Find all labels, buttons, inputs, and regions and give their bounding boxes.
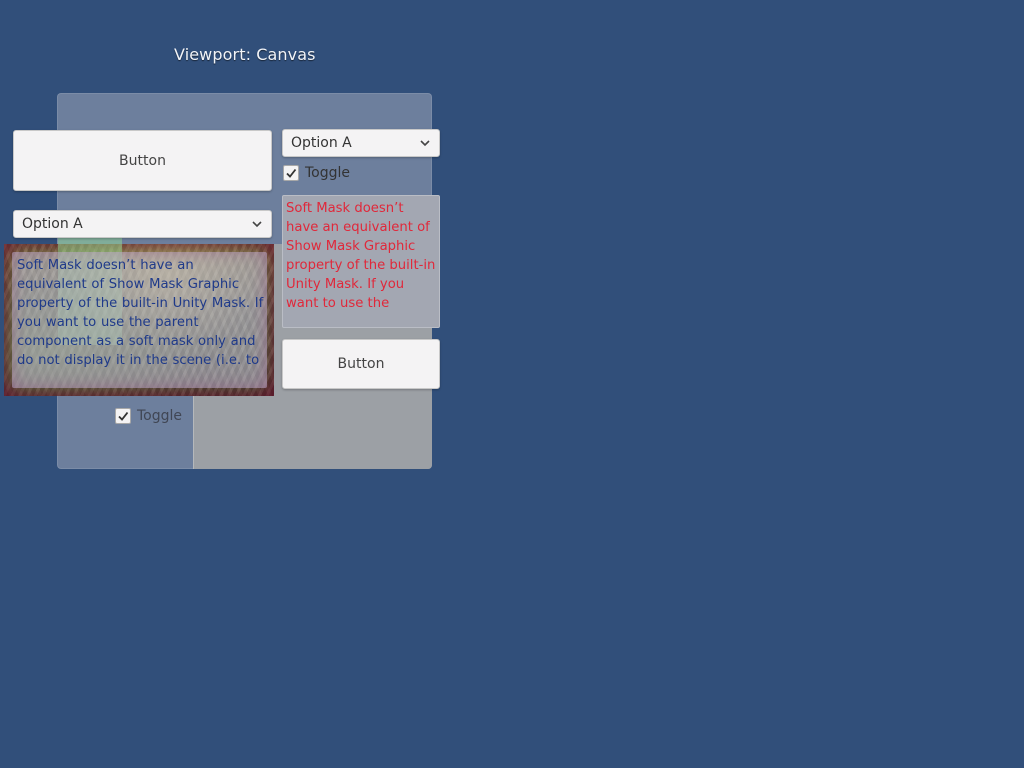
toggle-right-checkbox[interactable] xyxy=(283,165,299,181)
checkmark-icon xyxy=(286,168,297,178)
button-left-label: Button xyxy=(119,152,166,169)
chevron-down-icon xyxy=(420,140,430,147)
toggle-left-checkbox[interactable] xyxy=(115,408,131,424)
photo-text-box: Soft Mask doesn’t have an equivalent of … xyxy=(12,252,267,388)
dropdown-right-value: Option A xyxy=(291,135,352,151)
text-right: Soft Mask doesn’t have an equivalent of … xyxy=(286,201,436,311)
photo-text: Soft Mask doesn’t have an equivalent of … xyxy=(17,258,264,368)
dropdown-left-value: Option A xyxy=(22,216,83,232)
toggle-right[interactable]: Toggle xyxy=(283,165,350,181)
text-box-right: Soft Mask doesn’t have an equivalent of … xyxy=(282,195,440,328)
button-right[interactable]: Button xyxy=(282,339,440,389)
chevron-down-icon xyxy=(252,221,262,228)
button-right-label: Button xyxy=(337,356,385,372)
toggle-left-label: Toggle xyxy=(137,408,183,424)
toggle-left[interactable]: Toggle xyxy=(115,408,182,424)
dropdown-right[interactable]: Option A xyxy=(282,129,440,157)
toggle-right-label: Toggle xyxy=(305,165,351,181)
button-left[interactable]: Button xyxy=(13,130,272,191)
checkmark-icon xyxy=(118,411,129,421)
dropdown-left[interactable]: Option A xyxy=(13,210,272,238)
viewport-title: Viewport: Canvas xyxy=(174,45,316,64)
